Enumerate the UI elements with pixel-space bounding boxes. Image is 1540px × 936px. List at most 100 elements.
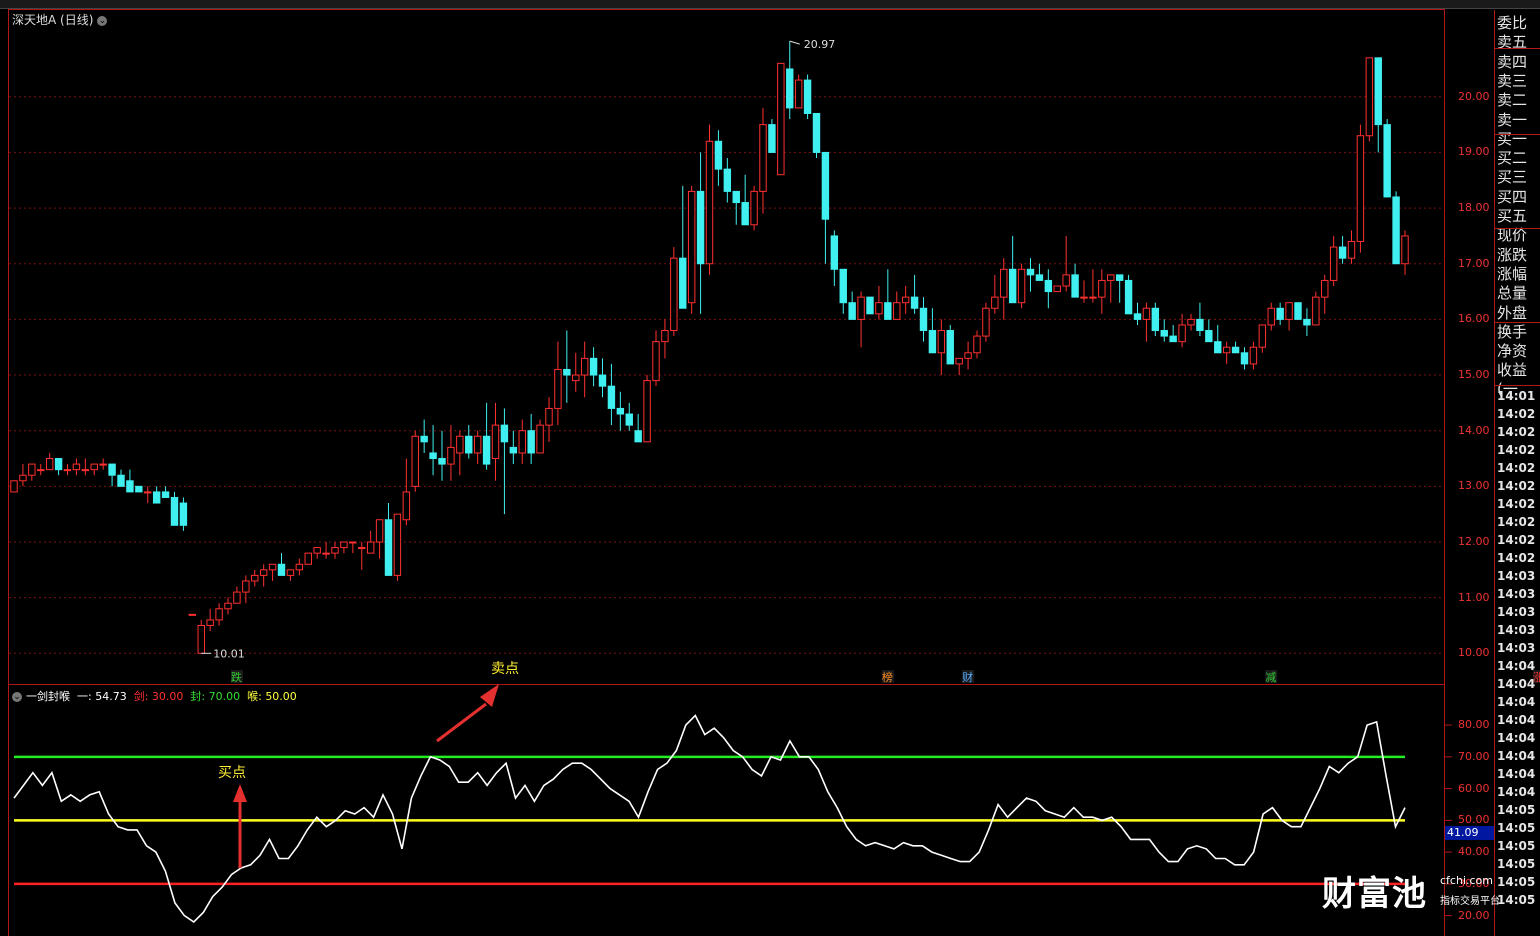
candle: [90, 463, 98, 476]
candle: [126, 469, 134, 493]
candle: [1089, 269, 1097, 303]
candle: [857, 291, 865, 348]
candle: [1035, 263, 1044, 281]
candle: [1000, 258, 1008, 320]
price-tick-label: 15.00: [1458, 368, 1490, 382]
candle: [99, 458, 107, 470]
candle: [803, 74, 812, 120]
trade-time-label: 14:03: [1497, 605, 1536, 619]
trade-time-label: 14:01: [1497, 389, 1536, 403]
candle: [1312, 291, 1320, 326]
candle: [1044, 269, 1053, 309]
candle: [366, 530, 375, 554]
candle: [1383, 119, 1391, 198]
candle: [206, 608, 214, 632]
quote-label[interactable]: 买二: [1497, 149, 1527, 168]
candle: [224, 597, 232, 615]
candle: [670, 247, 678, 337]
quote-label[interactable]: 买一: [1497, 130, 1527, 149]
candle: [661, 319, 669, 359]
candle: [1392, 191, 1400, 265]
buy-point-label: 买点: [218, 765, 246, 781]
quote-label[interactable]: 卖一: [1497, 111, 1527, 130]
candle: [1267, 302, 1275, 331]
candle: [580, 341, 589, 398]
trade-time-label: 14:05: [1497, 839, 1536, 853]
candle: [1347, 230, 1356, 264]
quote-label[interactable]: 换手: [1497, 323, 1527, 342]
quote-label[interactable]: 委比: [1497, 14, 1527, 33]
candle: [554, 341, 562, 426]
panel-divider: [1495, 322, 1540, 323]
candle: [117, 469, 125, 487]
quote-label[interactable]: 买三: [1497, 168, 1527, 187]
candle: [714, 130, 723, 186]
quote-label[interactable]: 外盘: [1497, 304, 1527, 323]
quote-label[interactable]: 净资: [1497, 342, 1527, 361]
trade-time-label: 14:02: [1497, 461, 1536, 475]
candle: [955, 357, 963, 376]
quote-label[interactable]: 涨幅: [1497, 265, 1527, 284]
candle: [37, 464, 45, 476]
candle: [634, 414, 642, 443]
trade-time-label: 14:04: [1497, 749, 1536, 763]
candle: [286, 569, 295, 581]
panel-divider: [1495, 48, 1540, 49]
candle: [1053, 285, 1061, 293]
candle: [928, 308, 937, 354]
candle: [607, 363, 616, 426]
quote-label[interactable]: 买四: [1497, 188, 1527, 207]
candle: [233, 586, 241, 604]
candle: [19, 464, 27, 487]
trade-time-label: 14:04: [1497, 785, 1536, 799]
price-tick-label: 12.00: [1458, 535, 1490, 548]
candle: [991, 274, 999, 314]
price-tick-label: 16.00: [1458, 312, 1490, 326]
candle: [1142, 302, 1151, 342]
candle: [465, 425, 473, 459]
candle: [937, 319, 946, 376]
trade-time-label: 14:04: [1497, 731, 1536, 745]
candle: [63, 464, 72, 476]
candle: [358, 542, 366, 570]
trade-time-label: 14:02: [1497, 407, 1536, 421]
candle: [598, 358, 607, 398]
panel-divider: [1495, 385, 1540, 386]
quote-label[interactable]: 涨跌: [1497, 246, 1527, 265]
candle: [1258, 324, 1267, 353]
candle: [794, 74, 803, 109]
min-price-label: 10.01: [213, 647, 245, 660]
quote-label[interactable]: 总量: [1497, 284, 1527, 303]
quote-side-panel: 委比 卖五 卖四 卖三 卖二 卖一 买一 买二 买三 买四 买五 现价 涨跌 涨幅 总量 外盘 换手 净资 收益(一…: [1494, 10, 1540, 936]
candle: [741, 174, 749, 226]
candle: [1231, 341, 1240, 354]
quote-label[interactable]: 卖二: [1497, 91, 1527, 110]
quote-label[interactable]: 买五: [1497, 207, 1527, 226]
quote-label[interactable]: 卖四: [1497, 53, 1527, 72]
candle: [152, 486, 161, 504]
candle: [10, 480, 18, 493]
chart-canvas: 20.9710.01跌榜财减涨预: [9, 38, 1540, 924]
candle: [473, 430, 482, 465]
quote-label[interactable]: 卖三: [1497, 72, 1527, 91]
candle: [384, 503, 393, 576]
candle: [1160, 319, 1168, 342]
quote-label[interactable]: 现价: [1497, 226, 1527, 245]
candle: [589, 347, 598, 387]
candle: [1222, 341, 1231, 364]
trade-time-label: 14:02: [1497, 479, 1536, 493]
indicator-line: [13, 714, 1406, 924]
candle: [1187, 313, 1195, 331]
candle: [572, 352, 580, 392]
candle: [527, 414, 535, 465]
price-tick-label: 10.00: [1458, 646, 1490, 660]
candle: [251, 569, 259, 587]
quote-label[interactable]: 卖五: [1497, 33, 1527, 52]
price-tick-label: 11.00: [1458, 590, 1490, 604]
candle: [973, 330, 981, 359]
candle: [919, 297, 928, 342]
price-tick-label: 20.00: [1458, 89, 1490, 103]
candle: [1071, 263, 1079, 298]
indicator-tick-label: 60.00: [1458, 781, 1490, 795]
candle: [910, 274, 919, 314]
